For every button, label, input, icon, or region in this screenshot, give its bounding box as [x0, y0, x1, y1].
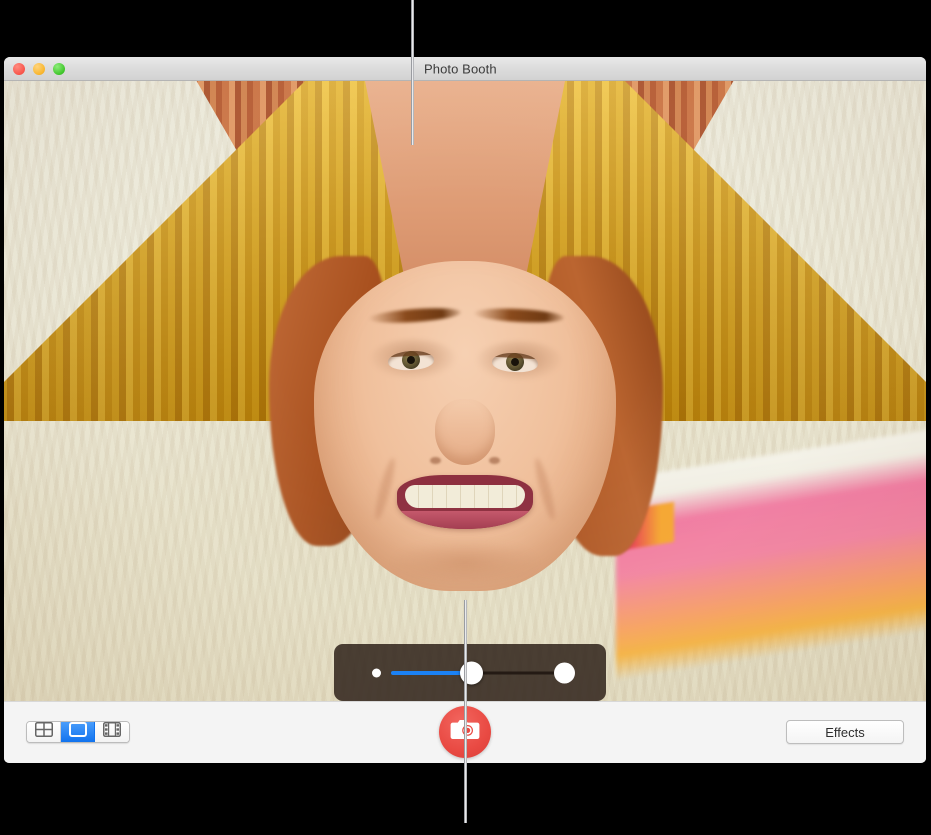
close-window-button[interactable]	[13, 62, 25, 75]
grid-4up-icon	[34, 722, 53, 742]
slider-track-unfilled[interactable]	[482, 671, 558, 674]
view-mode-movie-button[interactable]	[95, 722, 129, 742]
mouth	[397, 475, 533, 529]
nostril-right	[489, 457, 500, 464]
nose	[435, 399, 495, 465]
window-title: Photo Booth	[424, 61, 497, 76]
chin-shadow	[390, 539, 540, 585]
callout-line-title	[411, 0, 414, 145]
teeth	[405, 484, 525, 509]
slider-max-dot[interactable]	[554, 662, 575, 683]
view-mode-segmented-control[interactable]	[26, 721, 130, 743]
pupil-left	[406, 355, 416, 365]
eyebrow-right	[473, 306, 565, 325]
zoom-window-button[interactable]	[53, 62, 65, 75]
effect-intensity-slider[interactable]	[334, 644, 606, 701]
slider-min-dot[interactable]	[372, 668, 381, 677]
film-strip-icon	[103, 722, 121, 742]
single-photo-icon	[68, 722, 87, 742]
view-mode-four-up-button[interactable]	[27, 722, 61, 742]
smile-line-right	[531, 456, 559, 522]
window-titlebar: Photo Booth	[4, 57, 926, 81]
screenshot-root: Photo Booth Effects	[0, 0, 931, 835]
effects-button[interactable]: Effects	[786, 720, 904, 744]
callout-line-slider	[464, 600, 467, 767]
subject-face	[314, 261, 616, 591]
pupil-right	[510, 357, 520, 367]
lower-lip	[397, 510, 533, 529]
callout-line-capture	[464, 763, 467, 823]
minimize-window-button[interactable]	[33, 62, 45, 75]
view-mode-single-photo-button[interactable]	[61, 722, 95, 742]
nostril-left	[430, 457, 441, 464]
window-controls	[13, 62, 65, 75]
slider-track-area[interactable]	[334, 644, 606, 701]
eyebrow-left	[368, 305, 462, 326]
smile-line-left	[371, 456, 399, 522]
